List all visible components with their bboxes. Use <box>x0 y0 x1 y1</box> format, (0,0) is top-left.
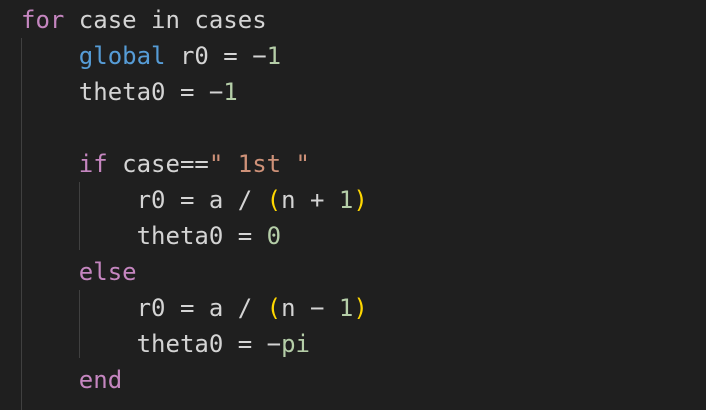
code-token: r0 = a / <box>21 294 267 322</box>
code-token: ) <box>353 186 368 214</box>
code-line[interactable]: end <box>21 362 122 398</box>
code-token: case in cases <box>64 6 267 34</box>
code-token: − <box>252 42 267 70</box>
code-line[interactable]: for case in cases <box>21 2 267 38</box>
code-token: if <box>78 150 108 178</box>
code-token: r0 = a / <box>21 186 267 214</box>
code-token: for <box>21 6 65 34</box>
code-token: " 1st " <box>208 150 311 178</box>
code-token: − <box>208 78 224 106</box>
code-token: 1 <box>338 186 354 214</box>
code-token: 0 <box>266 222 282 250</box>
code-token: 1 <box>266 42 282 70</box>
code-line[interactable]: r0 = a / (n + 1) <box>21 182 368 218</box>
code-token: theta0 = <box>21 330 267 358</box>
code-line[interactable]: theta0 = −pi <box>21 326 310 362</box>
code-token: n + <box>281 186 339 214</box>
code-line[interactable]: global r0 = −1 <box>21 38 281 74</box>
code-line[interactable]: r0 = a / (n − 1) <box>21 290 368 326</box>
code-token: ( <box>266 294 282 322</box>
code-token: − <box>310 294 325 322</box>
code-line[interactable]: theta0 = −1 <box>21 74 238 110</box>
code-token: global <box>78 42 166 70</box>
code-token: 1 <box>338 294 354 322</box>
code-token: n <box>281 294 310 322</box>
code-line[interactable]: theta0 = 0 <box>21 218 282 254</box>
code-token: − <box>266 330 282 358</box>
code-editor[interactable]: for case in cases global r0 = −1 theta0 … <box>0 0 706 410</box>
code-token: 1 <box>223 78 238 106</box>
code-token: r0 = <box>165 42 253 70</box>
code-token: theta0 = <box>21 78 209 106</box>
code-token: pi <box>281 330 310 358</box>
code-token: ) <box>353 294 368 322</box>
code-line[interactable]: if case==" 1st " <box>21 146 310 182</box>
code-token: else <box>78 258 137 286</box>
code-token: ( <box>266 186 282 214</box>
code-token: end <box>78 366 123 394</box>
code-line[interactable]: else <box>21 254 137 290</box>
code-token: case== <box>107 150 209 178</box>
code-token: theta0 = <box>21 222 267 250</box>
